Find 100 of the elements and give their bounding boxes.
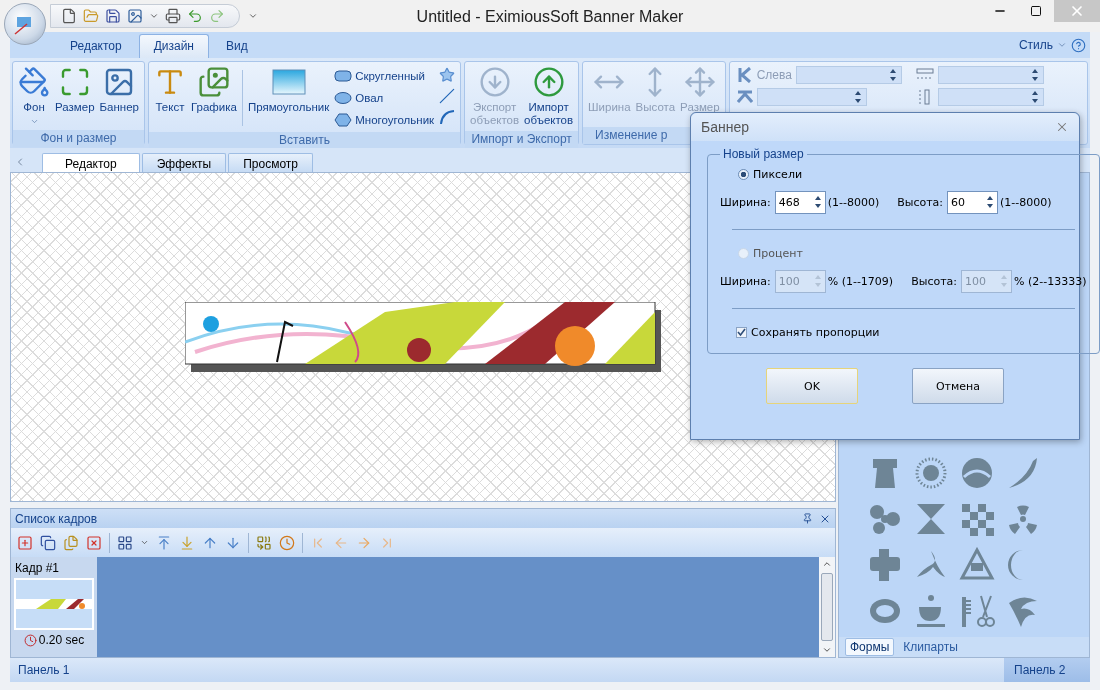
- document-tab[interactable]: Эффекты: [141, 153, 227, 172]
- new-file-icon[interactable]: [61, 8, 77, 24]
- shape-button[interactable]: Многоугольник: [332, 110, 437, 130]
- line-icon[interactable]: [439, 88, 456, 104]
- ribbon-button[interactable]: Баннер: [97, 64, 141, 116]
- range-hint: (1--8000): [1000, 195, 1052, 209]
- close-icon[interactable]: [1055, 120, 1069, 134]
- app-menu-button[interactable]: [4, 3, 46, 45]
- spin-arrows-icon[interactable]: [1030, 90, 1039, 104]
- pin-icon[interactable]: [802, 513, 813, 524]
- radio-icon[interactable]: [738, 168, 749, 180]
- help-icon[interactable]: [1071, 37, 1086, 53]
- ribbon-button[interactable]: Текст: [151, 64, 188, 116]
- star-icon[interactable]: [439, 67, 456, 83]
- arrow-down-to-line-icon[interactable]: [179, 534, 195, 551]
- ribbon-button[interactable]: Импорт объектов: [522, 64, 576, 129]
- checkbox[interactable]: [736, 326, 747, 338]
- ribbon-tab[interactable]: Вид: [211, 34, 263, 58]
- range-hint: % (1--1709): [827, 274, 894, 288]
- radio-option[interactable]: Пиксели: [720, 163, 1087, 185]
- caret-icon[interactable]: [1057, 40, 1067, 50]
- field-label: Слева: [756, 68, 792, 82]
- input-field[interactable]: [795, 66, 902, 84]
- group-title: Новый размер: [722, 147, 805, 161]
- upload-circle-icon: [532, 66, 565, 98]
- number-spinner[interactable]: 60: [947, 190, 999, 214]
- delete-icon[interactable]: [86, 534, 102, 551]
- caret-icon[interactable]: [140, 538, 149, 547]
- copy-icon[interactable]: [40, 534, 56, 551]
- dialog-button[interactable]: Отмена: [912, 368, 1004, 404]
- redo-icon[interactable]: [209, 8, 225, 24]
- triangle-badge-icon[interactable]: [959, 547, 995, 583]
- save-icon[interactable]: [105, 8, 121, 24]
- spin-arrows-icon[interactable]: [813, 195, 822, 209]
- ribbon-button[interactable]: Графика: [188, 64, 239, 116]
- clock-icon: [23, 633, 37, 647]
- input-field[interactable]: [937, 66, 1044, 84]
- field-label: Высота:: [897, 195, 944, 209]
- number-spinner[interactable]: 468: [774, 190, 826, 214]
- group-label: Фон и размер: [13, 130, 144, 147]
- checkbox-option[interactable]: Сохранять пропорции: [720, 321, 1087, 343]
- ball-icon[interactable]: [959, 455, 995, 491]
- ribbon-button[interactable]: Прямоугольник: [245, 64, 332, 116]
- download-circle-icon: [478, 66, 511, 98]
- panel-title: Список кадров: [15, 511, 98, 526]
- ribbon-button[interactable]: Фон: [16, 64, 52, 128]
- caret-icon[interactable]: [149, 11, 159, 21]
- grid-icon[interactable]: [117, 534, 133, 551]
- folder-icon[interactable]: [83, 8, 99, 24]
- undo-icon[interactable]: [187, 8, 203, 24]
- ribbon-tab[interactable]: Дизайн: [138, 34, 209, 58]
- radio-option[interactable]: Процент: [720, 242, 1087, 264]
- spin-arrows-icon[interactable]: [1030, 68, 1039, 82]
- printer-icon[interactable]: [165, 8, 181, 24]
- window-title: Untitled - EximiousSoft Banner Maker: [416, 8, 684, 26]
- frame-duration: 0.20 sec: [38, 633, 85, 647]
- align-top-icon: [736, 89, 753, 105]
- picture-icon[interactable]: [127, 8, 143, 24]
- caret-icon[interactable]: [29, 117, 39, 126]
- field-label: Высота:: [911, 274, 958, 288]
- clock-icon[interactable]: [279, 534, 295, 551]
- rounded-rectangle-icon: [334, 69, 353, 83]
- arrow-up-to-line-icon[interactable]: [156, 534, 172, 551]
- arc-icon[interactable]: [439, 109, 456, 125]
- files-icon[interactable]: [63, 534, 79, 551]
- shape-button[interactable]: Овал: [332, 88, 437, 108]
- range-hint: (1--8000): [827, 195, 880, 209]
- pictures-icon: [197, 66, 230, 98]
- document-tab[interactable]: Редактор: [42, 153, 140, 172]
- status-text: Панель 1: [17, 662, 71, 679]
- input-field[interactable]: [937, 88, 1044, 106]
- rectangle-icon: [270, 66, 307, 98]
- panel-tab[interactable]: Клипарты: [898, 638, 963, 656]
- scrollbar[interactable]: [819, 557, 835, 657]
- style-menu[interactable]: Стиль: [1018, 38, 1053, 52]
- sun-icon[interactable]: [913, 455, 949, 491]
- scroll-up-icon[interactable]: [822, 559, 832, 569]
- document-tab[interactable]: Просмотр: [228, 153, 314, 172]
- scroll-down-icon[interactable]: [822, 645, 832, 655]
- align-left-icon: [736, 67, 753, 83]
- comb-scissors-icon[interactable]: [959, 593, 995, 629]
- group-label: Импорт и Экспорт: [465, 131, 579, 148]
- input-field[interactable]: [756, 88, 867, 106]
- plus-icon[interactable]: [17, 534, 33, 551]
- close-button[interactable]: [1054, 0, 1100, 22]
- maximize-icon[interactable]: [1030, 5, 1042, 17]
- spin-arrows-icon[interactable]: [853, 90, 862, 104]
- panel-tab[interactable]: Формы: [845, 638, 895, 656]
- checkerboard-icon[interactable]: [959, 501, 995, 537]
- range-hint: % (2--13333): [1014, 274, 1087, 288]
- spin-arrows-icon[interactable]: [986, 195, 995, 209]
- frame-thumbnail[interactable]: Кадр #1 0.20 sec: [11, 557, 97, 657]
- dialog-button[interactable]: OK: [766, 368, 858, 404]
- customize-caret-icon[interactable]: [248, 11, 258, 21]
- combine-icon[interactable]: [256, 534, 272, 551]
- field-label: Ширина:: [720, 195, 771, 209]
- shape-button[interactable]: Скругленный: [332, 66, 437, 86]
- ribbon-tab[interactable]: Редактор: [55, 34, 137, 58]
- ribbon-button[interactable]: Размер: [53, 64, 97, 116]
- spin-arrows-icon[interactable]: [888, 68, 897, 82]
